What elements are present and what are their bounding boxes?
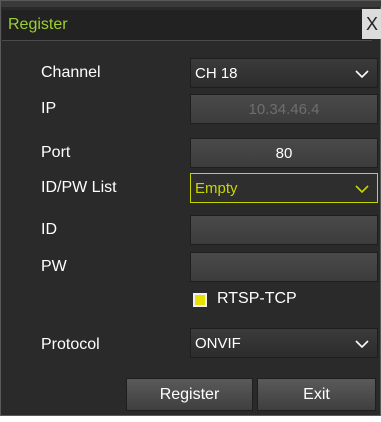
chevron-down-icon <box>355 336 369 353</box>
idpw-list-value: Empty <box>195 180 238 197</box>
channel-select[interactable]: CH 18 <box>190 58 378 88</box>
dialog-title: Register <box>8 16 68 33</box>
pw-label: PW <box>41 258 67 275</box>
rtsp-tcp-checkbox[interactable] <box>193 293 207 307</box>
port-field[interactable]: 80 <box>190 138 378 168</box>
chevron-down-icon <box>355 66 369 83</box>
rtsp-tcp-label: RTSP-TCP <box>217 290 297 307</box>
close-icon: X <box>365 14 378 34</box>
port-value: 80 <box>275 145 293 162</box>
title-bar: Register <box>2 10 372 41</box>
register-dialog: Register X Channel CH 18 IP 10.34.46.4 P… <box>0 0 381 416</box>
ip-label: IP <box>41 100 57 117</box>
channel-label: Channel <box>41 64 101 81</box>
protocol-value: ONVIF <box>195 335 241 352</box>
exit-button[interactable]: Exit <box>257 378 376 411</box>
channel-value: CH 18 <box>195 65 238 82</box>
id-field[interactable] <box>190 215 378 245</box>
top-strip <box>1 1 381 7</box>
ip-field[interactable]: 10.34.46.4 <box>190 94 378 124</box>
protocol-select[interactable]: ONVIF <box>190 328 378 358</box>
pw-field[interactable] <box>190 252 378 282</box>
protocol-label: Protocol <box>41 336 100 353</box>
register-button[interactable]: Register <box>126 378 253 411</box>
ip-value: 10.34.46.4 <box>248 101 320 118</box>
id-label: ID <box>41 221 57 238</box>
idpw-list-label: ID/PW List <box>41 179 117 196</box>
port-label: Port <box>41 144 71 161</box>
close-button[interactable]: X <box>362 9 381 39</box>
idpw-list-select[interactable]: Empty <box>190 173 378 203</box>
chevron-down-icon <box>355 181 369 198</box>
